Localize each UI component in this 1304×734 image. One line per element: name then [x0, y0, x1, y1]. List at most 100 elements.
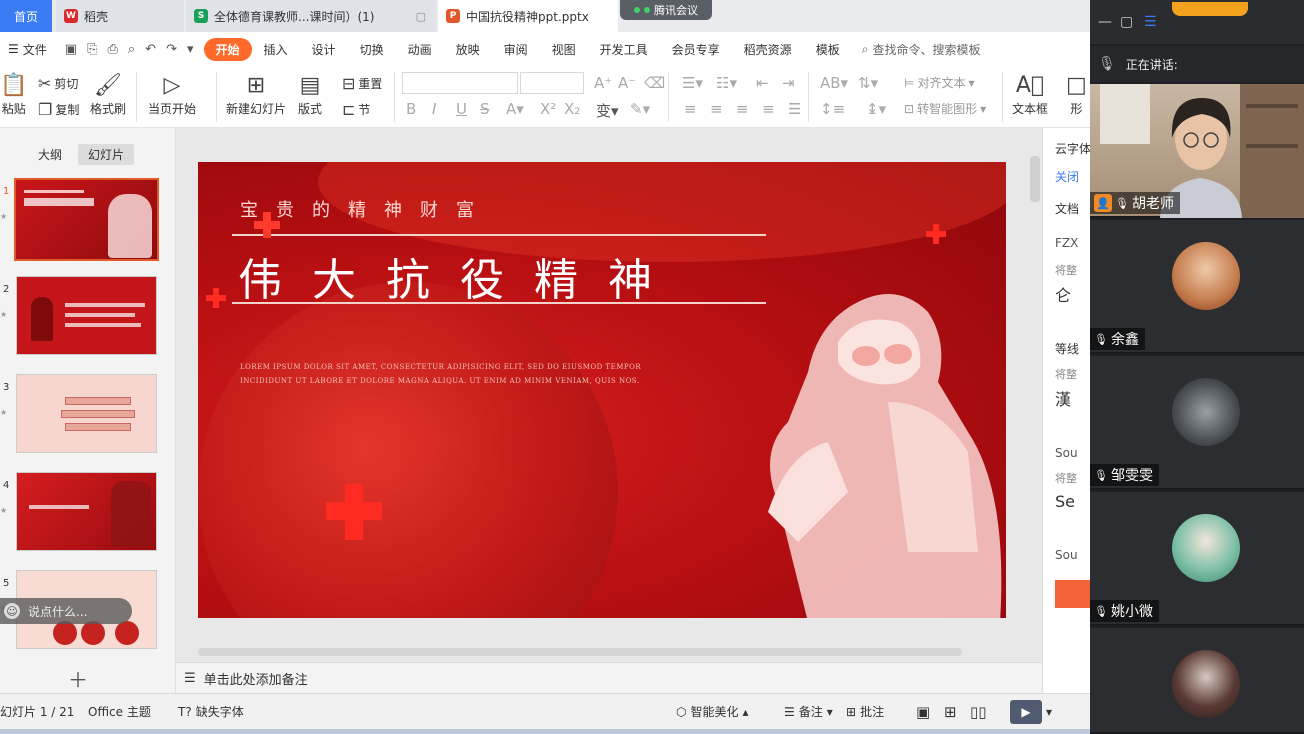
line-spacing-icon[interactable]: ↕≡ — [820, 100, 845, 118]
print-icon[interactable]: ⎙ — [107, 42, 117, 57]
tab-review[interactable]: 审阅 — [492, 37, 540, 62]
tab-view[interactable]: 视图 — [540, 37, 588, 62]
current-slide[interactable]: 宝贵的精神财富 伟大抗役精神 LOREM IPSUM DOLOR SIT AME… — [198, 162, 1006, 618]
tab-daoke-resources[interactable]: 稻壳资源 — [732, 37, 804, 62]
layout-button[interactable]: ▤ 版式 — [298, 70, 322, 117]
format-painter-button[interactable]: 🖌 格式刷 — [90, 70, 126, 117]
participant-tile[interactable]: 🎙 邹雯雯 — [1090, 356, 1304, 490]
sort-icon[interactable]: ⇅▾ — [858, 74, 878, 92]
highlight-icon[interactable]: ✎▾ — [630, 100, 650, 118]
copy-button[interactable]: ❐ 复制 — [38, 100, 79, 119]
file-menu[interactable]: ☰ 文件 — [0, 41, 55, 58]
section-button[interactable]: ⊏ 节 — [342, 100, 370, 119]
grid-view-icon[interactable]: ⊞ — [944, 703, 957, 721]
notes-toggle[interactable]: ☰ 备注 ▾ — [784, 703, 833, 720]
cut-button[interactable]: ✂ 剪切 — [38, 74, 78, 93]
export-icon[interactable]: ⎘ — [87, 42, 97, 57]
slide-thumbnail[interactable] — [14, 178, 159, 261]
theme-name[interactable]: Office 主题 — [88, 703, 151, 720]
bullet-list-icon[interactable]: ☰▾ — [682, 74, 703, 92]
slide-thumbnail[interactable] — [16, 374, 157, 453]
reset-button[interactable]: ⊟ 重置 — [342, 74, 382, 93]
indent-decrease-icon[interactable]: ⇤ — [756, 74, 769, 92]
text-direction-icon[interactable]: AB▾ — [820, 74, 848, 92]
tab-daoke[interactable]: W 稻壳 — [56, 0, 184, 32]
participant-tile[interactable] — [1090, 628, 1304, 734]
font-name[interactable]: 等线 — [1055, 340, 1079, 357]
comments-toggle[interactable]: ⊞ 批注 — [846, 703, 884, 720]
slide-thumbnail[interactable] — [16, 472, 157, 551]
tab-slides[interactable]: 幻灯片 — [78, 144, 135, 165]
tab-slideshow[interactable]: 放映 — [444, 37, 492, 62]
align-right-icon[interactable]: ≡ — [736, 100, 749, 118]
preview-icon[interactable]: ⌕ — [128, 42, 135, 57]
tab-transitions[interactable]: 切换 — [348, 37, 396, 62]
shape-button[interactable]: □ 形 — [1066, 70, 1087, 117]
slide-thumbnail[interactable] — [16, 276, 157, 355]
italic-icon[interactable]: I — [432, 100, 436, 118]
list-icon[interactable]: ☰ — [1144, 14, 1157, 30]
textbox-button[interactable]: A⃞ 文本框 — [1012, 70, 1048, 117]
align-left-icon[interactable]: ≡ — [684, 100, 697, 118]
align-center-icon[interactable]: ≡ — [710, 100, 723, 118]
play-from-current-button[interactable]: ▷ 当页开始 — [148, 70, 196, 117]
font-name[interactable]: FZX — [1055, 236, 1078, 250]
participant-video-tile[interactable]: 👤 🎙 胡老师 — [1090, 84, 1304, 218]
new-slide-button[interactable]: ⊞ 新建幻灯片 — [226, 70, 286, 117]
font-color-icon[interactable]: A▾ — [506, 100, 524, 118]
tab-home[interactable]: 首页 — [0, 0, 52, 32]
font-size-select[interactable] — [520, 72, 584, 94]
tab-insert[interactable]: 插入 — [252, 37, 300, 62]
tab-design[interactable]: 设计 — [300, 37, 348, 62]
normal-view-icon[interactable]: ▣ — [916, 703, 930, 721]
paragraph-spacing-icon[interactable]: ↨▾ — [866, 100, 886, 118]
eraser-icon[interactable]: ⌫ — [644, 74, 665, 92]
notes-area[interactable]: ☰ 单击此处添加备注 — [176, 662, 1042, 693]
chat-input-pill[interactable]: ☺ 说点什么... — [0, 598, 132, 624]
numbered-list-icon[interactable]: ☷▾ — [716, 74, 737, 92]
meeting-pill[interactable]: 腾讯会议 — [620, 0, 712, 20]
redo-icon[interactable]: ↷ — [166, 42, 177, 57]
chevron-down-icon[interactable]: ▾ — [187, 42, 194, 57]
shrink-font-icon[interactable]: A⁻ — [618, 74, 636, 92]
add-slide-icon[interactable]: ＋ — [68, 664, 88, 693]
tab-start[interactable]: 开始 — [203, 37, 252, 61]
chevron-down-icon[interactable]: ▾ — [1046, 705, 1052, 719]
subscript-icon[interactable]: X₂ — [564, 100, 580, 118]
vertical-scrollbar[interactable] — [1030, 156, 1040, 202]
smart-shape-button[interactable]: ⊡ 转智能图形 ▾ — [904, 100, 986, 117]
missing-font-button[interactable]: T? 缺失字体 — [178, 703, 244, 720]
paste-button[interactable]: 📋 粘贴 — [0, 70, 27, 117]
close-icon[interactable]: ▢ — [416, 10, 426, 23]
tab-templates[interactable]: 模板 — [804, 37, 852, 62]
strikethrough-icon[interactable]: S — [480, 100, 490, 118]
tab-presentation[interactable]: P 中国抗役精神ppt.pptx — [438, 0, 618, 32]
pane-link[interactable]: 关闭 — [1055, 168, 1079, 185]
superscript-icon[interactable]: X² — [540, 100, 556, 118]
tab-spreadsheet[interactable]: S 全体德育课教师...课时间）(1) ▢ — [186, 0, 436, 32]
meeting-status-tab[interactable] — [1172, 2, 1248, 16]
justify-icon[interactable]: ≡ — [762, 100, 775, 118]
save-icon[interactable]: ▣ — [65, 42, 77, 57]
beautify-button[interactable]: ⬡ 智能美化 ▴ — [676, 703, 749, 720]
align-text-button[interactable]: ⊨ 对齐文本 ▾ — [904, 74, 975, 91]
tab-animations[interactable]: 动画 — [396, 37, 444, 62]
phonetic-icon[interactable]: 变▾ — [596, 100, 619, 121]
reading-view-icon[interactable]: ▯▯ — [970, 703, 987, 721]
minimize-icon[interactable]: — — [1098, 14, 1112, 30]
undo-icon[interactable]: ↶ — [145, 42, 156, 57]
tab-developer[interactable]: 开发工具 — [588, 37, 660, 62]
font-name[interactable]: Sou — [1055, 548, 1078, 562]
participant-tile[interactable]: 🎙 余鑫 — [1090, 220, 1304, 354]
tab-member[interactable]: 会员专享 — [660, 37, 732, 62]
participant-tile[interactable]: 🎙 姚小微 — [1090, 492, 1304, 626]
apply-button[interactable] — [1055, 580, 1090, 608]
window-icon[interactable]: ▢ — [1120, 14, 1133, 30]
bold-icon[interactable]: B — [406, 100, 416, 118]
command-search[interactable]: ⌕ 查找命令、搜索模板 — [862, 41, 981, 58]
grow-font-icon[interactable]: A⁺ — [594, 74, 612, 92]
tab-outline[interactable]: 大纲 — [28, 144, 72, 165]
underline-icon[interactable]: U — [456, 100, 467, 118]
font-name[interactable]: Sou — [1055, 446, 1078, 460]
horizontal-scrollbar[interactable] — [198, 648, 962, 656]
